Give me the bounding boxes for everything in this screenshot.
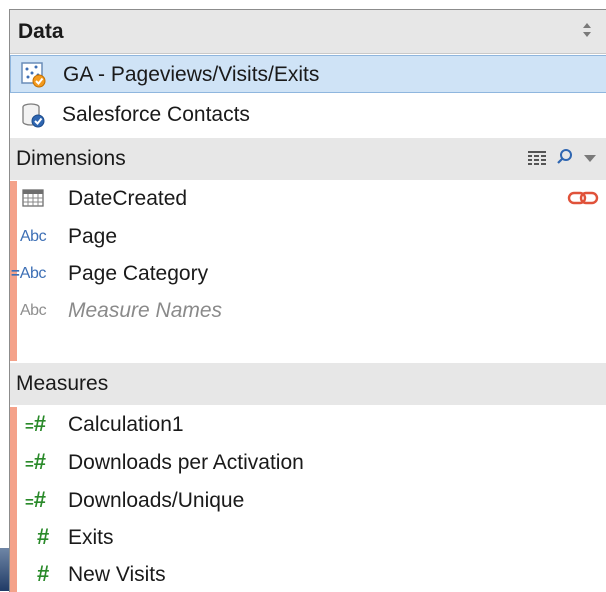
ga-datasource-icon xyxy=(21,62,47,88)
field-datecreated[interactable]: DateCreated xyxy=(10,181,606,217)
field-downloads-unique[interactable]: =# Downloads/Unique xyxy=(10,483,606,519)
window-edge-shadow xyxy=(0,548,9,591)
data-pane: Data GA - Pageviews/Visits/Exits Salesfo… xyxy=(9,9,606,592)
field-measure-names[interactable]: Abc Measure Names xyxy=(10,293,606,329)
field-label: Calculation1 xyxy=(68,413,184,436)
dimensions-header: Dimensions xyxy=(10,138,606,180)
measures-header: Measures xyxy=(10,363,606,405)
data-pane-header: Data xyxy=(10,10,606,54)
data-pane-title: Data xyxy=(18,20,64,43)
measures-title: Measures xyxy=(16,372,109,395)
field-new-visits[interactable]: # New Visits xyxy=(10,557,606,592)
field-page-category[interactable]: =Abc Page Category xyxy=(10,256,606,292)
field-label: New Visits xyxy=(68,563,166,586)
field-downloads-per-activation[interactable]: =# Downloads per Activation xyxy=(10,445,606,481)
link-icon xyxy=(567,190,601,211)
dimensions-tools xyxy=(527,148,597,170)
field-page[interactable]: Abc Page xyxy=(10,219,606,255)
field-label: DateCreated xyxy=(68,187,188,210)
datasource-ga[interactable]: GA - Pageviews/Visits/Exits xyxy=(10,55,606,93)
generated-string-type-icon: Abc xyxy=(20,302,47,319)
database-check-icon xyxy=(20,102,46,128)
field-calculation1[interactable]: =# Calculation1 xyxy=(10,407,606,443)
calculated-number-type-icon: =# xyxy=(25,487,47,512)
search-icon[interactable] xyxy=(556,148,574,171)
calculated-number-type-icon: =# xyxy=(25,449,47,474)
datasource-label: GA - Pageviews/Visits/Exits xyxy=(63,63,320,86)
number-type-icon: # xyxy=(37,561,50,586)
calendar-icon xyxy=(20,188,46,213)
field-label: Page Category xyxy=(68,262,209,285)
calculated-number-type-icon: =# xyxy=(25,411,47,436)
field-label: Page xyxy=(68,225,118,248)
dimensions-title: Dimensions xyxy=(16,147,126,170)
field-exits[interactable]: # Exits xyxy=(10,520,606,556)
field-label: Downloads/Unique xyxy=(68,489,245,512)
field-label: Downloads per Activation xyxy=(68,451,304,474)
view-grid-icon[interactable] xyxy=(527,149,547,170)
chevron-down-icon[interactable] xyxy=(583,150,597,168)
collapse-arrows-icon[interactable] xyxy=(581,19,593,41)
datasource-label: Salesforce Contacts xyxy=(62,103,250,126)
number-type-icon: # xyxy=(37,524,50,549)
string-type-icon: Abc xyxy=(20,228,47,245)
field-label: Exits xyxy=(68,526,114,549)
datasource-salesforce[interactable]: Salesforce Contacts xyxy=(10,96,606,134)
calculated-string-type-icon: =Abc xyxy=(11,265,46,282)
field-label: Measure Names xyxy=(68,299,223,322)
